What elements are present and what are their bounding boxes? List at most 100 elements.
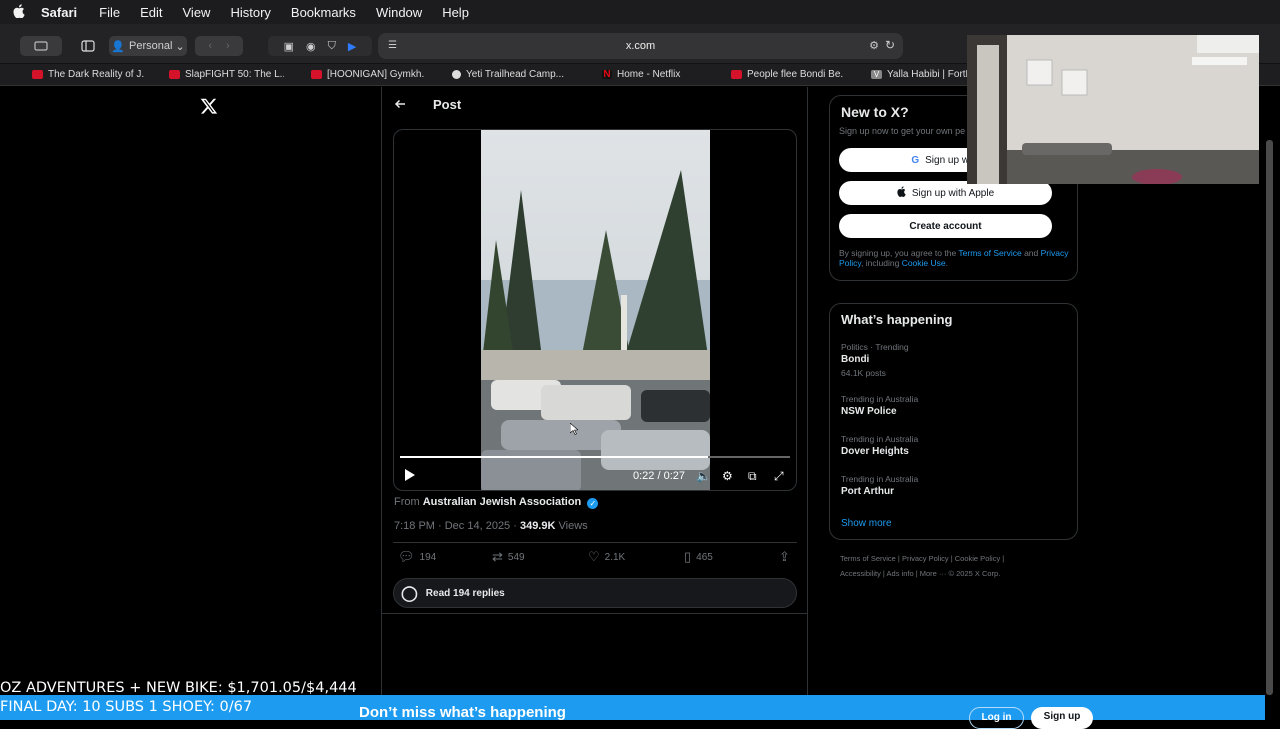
translate-icon[interactable]: ⚙ (869, 39, 879, 52)
video-time: 0:22 / 0:27 (633, 470, 685, 482)
signup-button[interactable]: Sign up (1031, 707, 1093, 729)
favorite-label: SlapFIGHT 50: The L... (185, 69, 284, 80)
read-replies-button[interactable]: ◯ Read 194 replies (393, 578, 797, 608)
like-button[interactable]: ♡ 2.1K (588, 549, 625, 565)
favorite-label: Home - Netflix (617, 69, 681, 80)
favorite-item[interactable]: Yeti Trailhead Camp... (425, 69, 575, 80)
back-arrow-icon[interactable]: ‹ (208, 40, 212, 52)
video-progress-bar[interactable] (400, 456, 790, 458)
youtube-icon (311, 70, 322, 79)
bookmark-button[interactable]: ▯ 465 (684, 549, 713, 565)
trend-item[interactable]: Trending in Australia Port Arthur (841, 474, 918, 497)
create-account-button[interactable]: Create account (839, 214, 1052, 238)
like-count: 2.1K (604, 551, 626, 563)
menu-edit[interactable]: Edit (140, 5, 162, 20)
signup-legal-text: By signing up, you agree to the Terms of… (839, 248, 1071, 268)
divider (393, 542, 797, 543)
footer-links[interactable]: Accessibility | Ads info | More ··· © 20… (840, 566, 1060, 581)
favorite-item[interactable]: N Home - Netflix (575, 69, 704, 80)
menu-bookmarks[interactable]: Bookmarks (291, 5, 356, 20)
favorite-item[interactable]: The Dark Reality of J... (0, 69, 145, 80)
trend-item[interactable]: Trending in Australia NSW Police (841, 394, 918, 417)
apple-signup-label: Sign up with Apple (911, 187, 995, 199)
back-arrow-icon[interactable] (394, 97, 406, 113)
video-player[interactable]: 0:22 / 0:27 🔈 ⚙ ⧉ ⤢ (393, 129, 797, 491)
menu-help[interactable]: Help (442, 5, 469, 20)
trend-item[interactable]: Trending in Australia Dover Heights (841, 434, 918, 457)
post-timestamp: 7:18 PM · Dec 14, 2025 · 349.9K Views (394, 520, 588, 532)
profile-button[interactable]: 👤 Personal ⌄ (109, 36, 187, 56)
panel-subtitle: Sign up now to get your own pe (839, 126, 966, 136)
show-more-link[interactable]: Show more (841, 518, 892, 529)
favorite-label: The Dark Reality of J... (48, 69, 145, 80)
address-bar[interactable]: ☰ x.com ⚙ ↻ (378, 33, 903, 59)
apple-signup-button[interactable]: Sign up with Apple (839, 181, 1052, 205)
volume-icon[interactable]: 🔈 (696, 469, 711, 483)
share-button[interactable]: ⇪ (779, 549, 795, 565)
post-actions: 💬︎ 194 ⇄ 549 ♡ 2.1K ▯ 465 ⇪ (396, 549, 796, 569)
favorite-label: Yeti Trailhead Camp... (466, 69, 565, 80)
forward-arrow-icon[interactable]: › (226, 40, 230, 52)
extension-4-icon[interactable]: ▶ (348, 40, 356, 53)
reload-icon[interactable]: ↻ (885, 38, 895, 52)
views-label: Views (555, 520, 588, 532)
x-logo-icon[interactable] (200, 95, 218, 121)
trend-category: Trending in Australia (841, 474, 919, 484)
stream-subs-text: FINAL DAY: 10 SUBS 1 SHOEY: 0/67 (0, 699, 253, 715)
settings-gear-icon[interactable]: ⚙ (722, 469, 733, 483)
trend-name: NSW Police (841, 406, 897, 417)
menu-view[interactable]: View (183, 5, 211, 20)
bookmark-count: 465 (696, 551, 713, 563)
page-menu-icon[interactable]: ☰ (388, 40, 397, 51)
youtube-icon (32, 70, 43, 79)
favorite-item[interactable]: SlapFIGHT 50: The L... (145, 69, 284, 80)
footer-links[interactable]: Terms of Service | Privacy Policy | Cook… (840, 551, 1060, 566)
reply-count: 194 (419, 551, 437, 563)
sidebar-toggle-icon[interactable] (75, 36, 101, 56)
trend-name: Bondi (841, 354, 870, 365)
menu-app-safari[interactable]: Safari (41, 5, 77, 20)
menu-window[interactable]: Window (376, 5, 422, 20)
verified-badge-icon: ✓ (587, 498, 599, 509)
favorite-item[interactable]: People flee Bondi Be... (704, 69, 844, 80)
extensions-bar: ▣ ◉ ⛉ ▶ (268, 36, 372, 56)
play-icon[interactable] (405, 469, 415, 484)
legal-text: . (945, 258, 948, 268)
panel-title: What’s happening (841, 312, 953, 327)
legal-text: and (1021, 248, 1041, 258)
extension-2-icon[interactable]: ◉ (306, 40, 316, 53)
extension-1-icon[interactable]: ▣ (284, 40, 294, 53)
mouse-cursor (569, 422, 579, 435)
post-time[interactable]: 7:18 PM · Dec 14, 2025 · (394, 520, 520, 532)
page-scrollbar[interactable] (1266, 140, 1273, 695)
favorite-label: [HOONIGAN] Gymkh... (327, 69, 425, 80)
whats-happening-panel: What’s happening Politics · Trending Bon… (829, 303, 1078, 540)
menu-history[interactable]: History (230, 5, 270, 20)
yeti-icon (452, 70, 461, 79)
share-icon: ⇪ (779, 549, 790, 564)
google-icon: G (911, 154, 920, 166)
login-button[interactable]: Log in (969, 707, 1024, 729)
page-footer: Terms of Service | Privacy Policy | Cook… (840, 551, 1060, 581)
trend-name: Dover Heights (841, 446, 909, 457)
trend-name: Port Arthur (841, 486, 894, 497)
tab-overview-icon[interactable] (20, 36, 62, 56)
menu-bar: Safari File Edit View History Bookmarks … (0, 0, 1280, 24)
cookie-link[interactable]: Cookie Use (902, 258, 946, 268)
apple-icon (897, 186, 906, 200)
repost-button[interactable]: ⇄ 549 (492, 549, 525, 565)
pip-icon[interactable]: ⧉ (748, 469, 757, 484)
apple-menu-icon[interactable] (13, 3, 29, 21)
menu-file[interactable]: File (99, 5, 120, 20)
author-name-link[interactable]: Australian Jewish Association (423, 496, 582, 508)
fullscreen-icon[interactable]: ⤢ (774, 469, 784, 484)
terms-link[interactable]: Terms of Service (958, 248, 1021, 258)
video-frame[interactable] (481, 130, 710, 490)
stream-goal-text: OZ ADVENTURES + NEW BIKE: $1,701.05/$4,4… (0, 680, 357, 696)
favorite-item[interactable]: V Yalla Habibi | FortNi (844, 69, 980, 80)
reply-button[interactable]: 💬︎ 194 (398, 549, 436, 565)
trend-item[interactable]: Politics · Trending Bondi 64.1K posts (841, 342, 909, 378)
divider (382, 613, 807, 614)
shield-icon[interactable]: ⛉ (328, 40, 336, 53)
favorite-item[interactable]: [HOONIGAN] Gymkh... (284, 69, 425, 80)
